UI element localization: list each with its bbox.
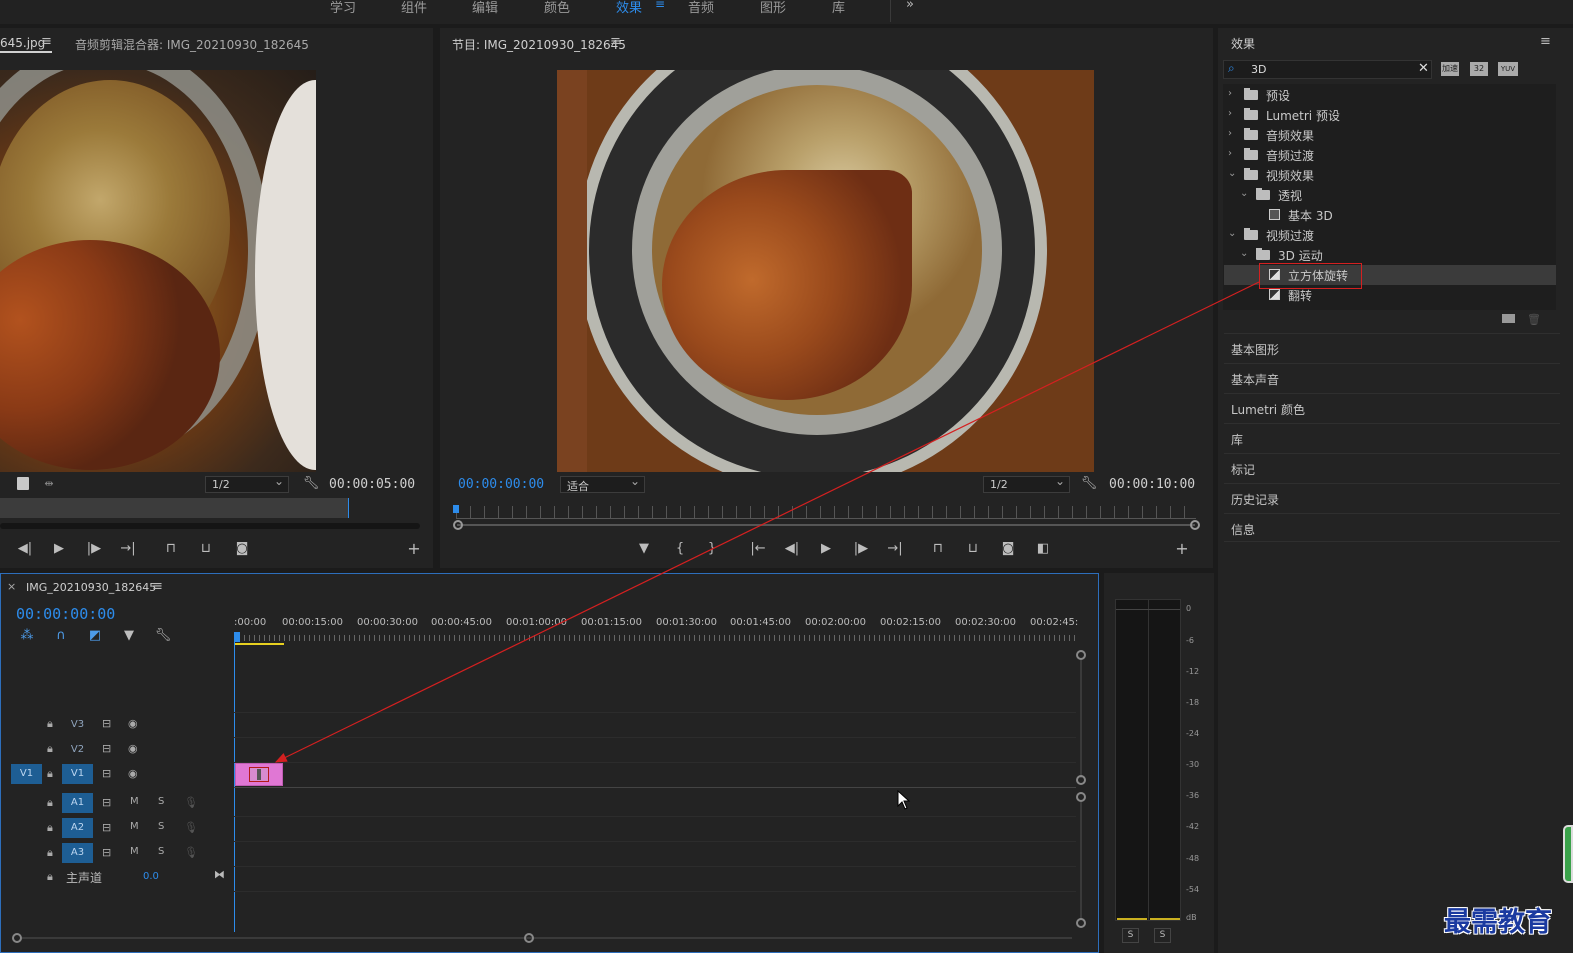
watermark-logo: 最需教育 — [1444, 907, 1552, 938]
annotation-arrow — [274, 281, 1260, 763]
annotation-overlay — [274, 281, 1260, 763]
mouse-cursor-icon — [897, 790, 911, 810]
